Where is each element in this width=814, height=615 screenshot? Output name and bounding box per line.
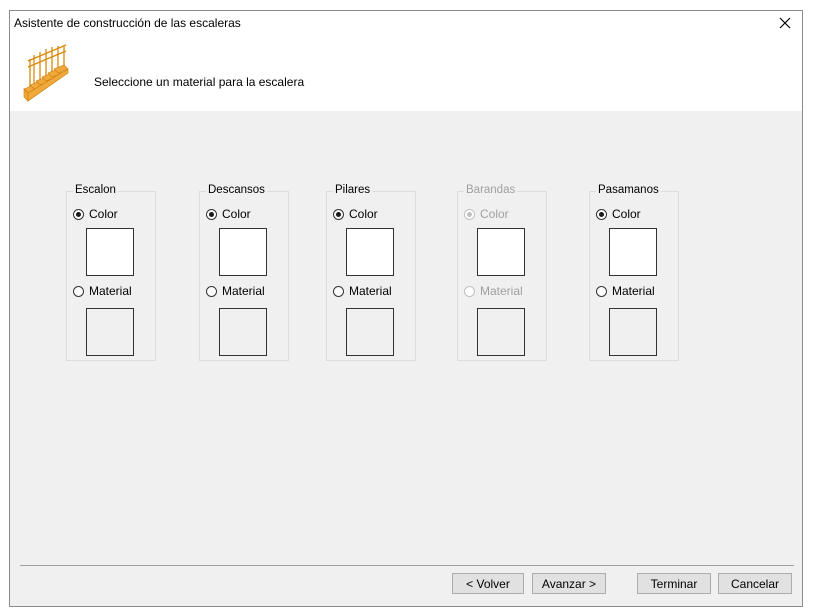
group-descansos: Descansos Color Material bbox=[199, 184, 289, 361]
next-button[interactable]: Avanzar > bbox=[532, 573, 606, 594]
color-radio[interactable]: Color bbox=[333, 207, 378, 221]
wizard-header: Seleccione un material para la escalera bbox=[10, 35, 802, 111]
material-radio-label: Material bbox=[612, 284, 655, 298]
material-radio-label: Material bbox=[349, 284, 392, 298]
radio-indicator bbox=[73, 285, 84, 297]
page-subtitle: Seleccione un material para la escalera bbox=[94, 75, 305, 89]
material-radio-label: Material bbox=[480, 284, 523, 298]
group-barandas: Barandas Color Material bbox=[457, 184, 547, 361]
material-radio[interactable]: Material bbox=[333, 284, 392, 298]
wizard-content: Escalon Color Material Descansos Color M bbox=[10, 111, 802, 606]
group-pilares: Pilares Color Material bbox=[326, 184, 416, 361]
close-button[interactable] bbox=[772, 12, 798, 34]
group-pasamanos: Pasamanos Color Material bbox=[589, 184, 679, 361]
staircase-icon bbox=[23, 44, 69, 102]
group-escalon: Escalon Color Material bbox=[66, 184, 156, 361]
color-radio-label: Color bbox=[349, 207, 378, 221]
material-radio: Material bbox=[464, 284, 523, 298]
radio-indicator bbox=[596, 285, 607, 297]
group-label: Pasamanos bbox=[596, 184, 661, 196]
radio-indicator bbox=[596, 208, 607, 220]
group-label: Descansos bbox=[206, 184, 267, 196]
material-radio-label: Material bbox=[89, 284, 132, 298]
material-swatch bbox=[477, 308, 525, 356]
group-label: Pilares bbox=[333, 184, 373, 196]
radio-indicator bbox=[333, 208, 344, 220]
color-radio[interactable]: Color bbox=[596, 207, 641, 221]
radio-indicator bbox=[206, 285, 217, 297]
footer-separator bbox=[20, 565, 794, 566]
group-label: Barandas bbox=[464, 184, 518, 196]
color-swatch bbox=[477, 228, 525, 276]
close-icon bbox=[779, 17, 791, 29]
material-swatch[interactable] bbox=[219, 308, 267, 356]
color-radio-label: Color bbox=[612, 207, 641, 221]
color-radio[interactable]: Color bbox=[73, 207, 118, 221]
radio-indicator bbox=[464, 208, 475, 220]
color-radio-label: Color bbox=[480, 207, 509, 221]
radio-indicator bbox=[206, 208, 217, 220]
color-radio[interactable]: Color bbox=[206, 207, 251, 221]
material-swatch[interactable] bbox=[609, 308, 657, 356]
color-radio: Color bbox=[464, 207, 509, 221]
color-swatch[interactable] bbox=[86, 228, 134, 276]
material-radio[interactable]: Material bbox=[596, 284, 655, 298]
finish-button[interactable]: Terminar bbox=[637, 573, 711, 594]
wizard-window: Asistente de construcción de las escaler… bbox=[9, 10, 803, 607]
cancel-button[interactable]: Cancelar bbox=[718, 573, 792, 594]
color-swatch[interactable] bbox=[346, 228, 394, 276]
material-radio-label: Material bbox=[222, 284, 265, 298]
color-swatch[interactable] bbox=[219, 228, 267, 276]
material-radio[interactable]: Material bbox=[73, 284, 132, 298]
color-radio-label: Color bbox=[89, 207, 118, 221]
material-radio[interactable]: Material bbox=[206, 284, 265, 298]
material-swatch[interactable] bbox=[86, 308, 134, 356]
window-title: Asistente de construcción de las escaler… bbox=[14, 16, 241, 30]
radio-indicator bbox=[73, 208, 84, 220]
material-swatch[interactable] bbox=[346, 308, 394, 356]
radio-indicator bbox=[464, 285, 475, 297]
back-button[interactable]: < Volver bbox=[452, 573, 524, 594]
color-radio-label: Color bbox=[222, 207, 251, 221]
group-label: Escalon bbox=[73, 184, 118, 196]
color-swatch[interactable] bbox=[609, 228, 657, 276]
radio-indicator bbox=[333, 285, 344, 297]
